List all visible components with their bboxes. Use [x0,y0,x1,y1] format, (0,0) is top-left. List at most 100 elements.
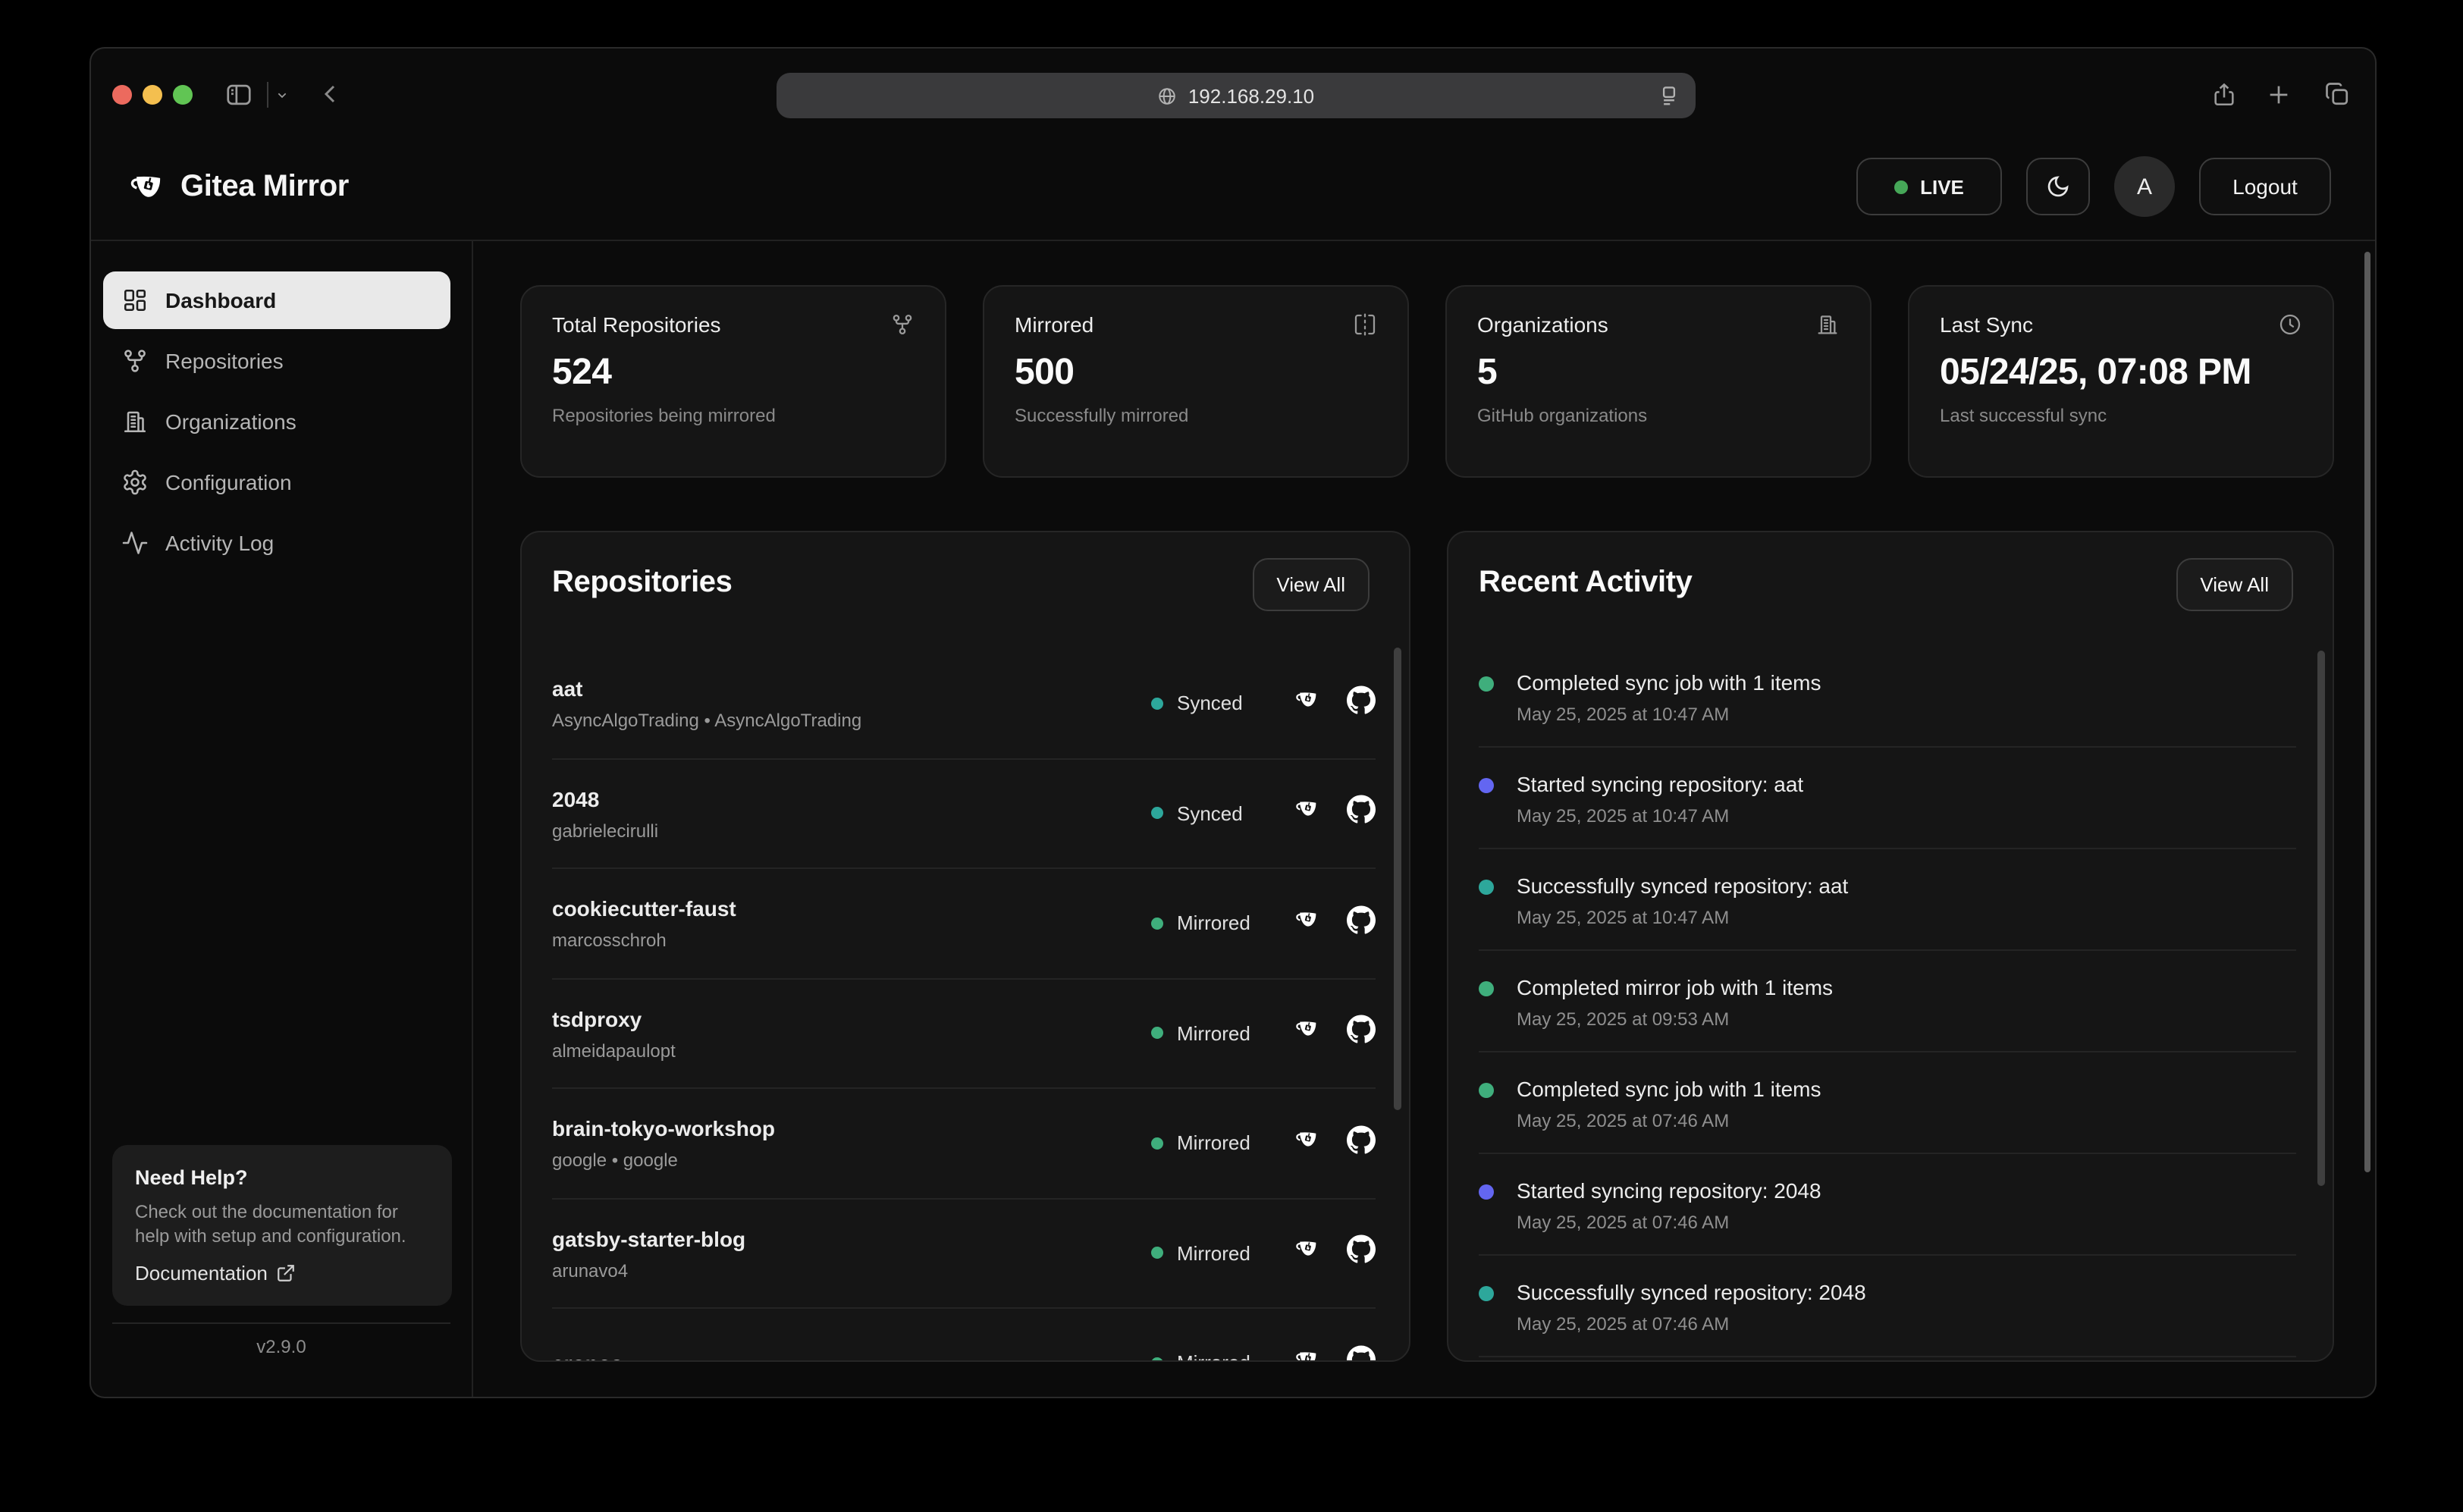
github-link[interactable] [1347,1015,1376,1052]
repo-name: tsdproxy [552,1004,676,1034]
repo-info: cronos [552,1348,623,1363]
documentation-label: Documentation [135,1262,268,1285]
page-settings-icon[interactable] [1658,83,1680,108]
activity-title: Started syncing repository: aat [1517,768,2296,798]
activity-scrollbar[interactable] [2317,651,2325,1186]
tab-overview-icon[interactable] [2323,80,2351,108]
sidebar-toggle-icon[interactable] [224,80,253,109]
activity-item[interactable]: Started syncing repository: aat May 25, … [1479,748,2296,849]
gitea-link[interactable] [1294,1237,1319,1270]
stat-card-organizations: Organizations 5 GitHub organizations [1445,285,1872,478]
repo-name: gatsby-starter-blog [552,1224,745,1254]
back-icon[interactable] [318,82,343,106]
view-all-label: View All [1276,573,1345,596]
activity-item[interactable]: Completed mirror job with 1 items May 25… [1479,951,2296,1052]
activity-dot-icon [1479,879,1494,894]
repositories-view-all-button[interactable]: View All [1252,558,1370,611]
repo-row-tsdproxy[interactable]: tsdproxy almeidapaulopt Mirrored [552,979,1376,1089]
sidebar-item-dashboard[interactable]: Dashboard [103,271,450,329]
sidebar-item-label: Organizations [165,409,297,434]
stat-value: 5 [1477,352,1840,394]
stat-card-total-repositories: Total Repositories 524 Repositories bein… [520,285,946,478]
minimize-button[interactable] [143,85,162,105]
status-dot-icon [1151,698,1163,710]
repo-actions: Mirrored [1151,1235,1376,1272]
activity-item[interactable]: Completed sync job with 1 items May 25, … [1479,646,2296,748]
github-link[interactable] [1347,685,1376,722]
sidebar-item-organizations[interactable]: Organizations [103,393,450,450]
documentation-link[interactable]: Documentation [135,1262,429,1285]
stat-sub: Last successful sync [1940,405,2302,426]
activity-icon [121,529,149,557]
gitea-link[interactable] [1294,1017,1319,1050]
status-dot-icon [1151,1247,1163,1259]
repositories-scrollbar[interactable] [1394,648,1401,1110]
live-label: LIVE [1920,175,1964,198]
stat-card-mirrored: Mirrored 500 Successfully mirrored [983,285,1409,478]
activity-dot-icon [1479,1082,1494,1097]
url-text: 192.168.29.10 [1188,84,1314,107]
activity-title: Completed sync job with 1 items [1517,667,2296,697]
repo-row-aat[interactable]: aat AsyncAlgoTrading • AsyncAlgoTrading … [552,649,1376,759]
status-dot-icon [1151,918,1163,930]
repo-status-label: Mirrored [1177,1022,1250,1045]
logout-button[interactable]: Logout [2199,158,2331,215]
repo-row-gatsby-starter-blog[interactable]: gatsby-starter-blog arunavo4 Mirrored [552,1199,1376,1309]
address-bar[interactable]: 192.168.29.10 [777,73,1696,118]
close-button[interactable] [112,85,132,105]
sidebar-item-repositories[interactable]: Repositories [103,332,450,390]
sidebar-item-label: Dashboard [165,288,276,312]
share-icon[interactable] [2211,80,2237,109]
repo-row-brain-tokyo-workshop[interactable]: brain-tokyo-workshop google • google Mir… [552,1089,1376,1199]
status-dot-icon [1151,1137,1163,1150]
page-scrollbar[interactable] [2364,252,2370,1172]
stat-card-last-sync: Last Sync 05/24/25, 07:08 PM Last succes… [1908,285,2334,478]
github-link[interactable] [1347,1125,1376,1162]
app-title: Gitea Mirror [180,170,349,205]
repo-owner: arunavo4 [552,1259,745,1283]
gitea-link[interactable] [1294,687,1319,720]
gitea-link[interactable] [1294,907,1319,940]
repo-row-cookiecutter-faust[interactable]: cookiecutter-faust marcosschroh Mirrored [552,869,1376,979]
repo-info: aat AsyncAlgoTrading • AsyncAlgoTrading [552,674,861,733]
activity-dot-icon [1479,1285,1494,1300]
repositories-panel: Repositories View All aat AsyncAlgoTradi… [520,531,1410,1362]
github-link[interactable] [1347,795,1376,832]
repo-row-2048[interactable]: 2048 gabrielecirulli Synced [552,759,1376,869]
theme-toggle-button[interactable] [2026,158,2090,215]
repositories-panel-title: Repositories [552,566,733,601]
repo-row-cronos[interactable]: cronos Mirrored [552,1309,1376,1362]
activity-item[interactable]: Completed sync job with 1 items May 25, … [1479,1052,2296,1154]
activity-view-all-button[interactable]: View All [2176,558,2293,611]
stat-label: Total Repositories [552,312,721,337]
repo-info: gatsby-starter-blog arunavo4 [552,1224,745,1283]
new-tab-icon[interactable] [2266,82,2292,108]
repo-status-badge: Mirrored [1151,912,1269,935]
activity-dot-icon [1479,676,1494,691]
activity-item[interactable]: Successfully synced repository: aat May … [1479,849,2296,951]
activity-time: May 25, 2025 at 09:53 AM [1517,1006,2296,1030]
live-status-badge[interactable]: LIVE [1856,158,2002,215]
globe-icon [1158,86,1178,105]
chevron-down-icon[interactable] [275,89,290,102]
sidebar-item-activity-log[interactable]: Activity Log [103,514,450,572]
github-link[interactable] [1347,905,1376,942]
activity-list: Completed sync job with 1 items May 25, … [1479,646,2296,1357]
brand: Gitea Mirror [126,168,349,206]
sidebar-item-configuration[interactable]: Configuration [103,453,450,511]
sidebar-nav: Dashboard Repositories Organizations Con… [103,271,450,575]
gitea-link[interactable] [1294,1347,1319,1363]
status-dot-icon [1151,1027,1163,1040]
logout-label: Logout [2232,174,2298,199]
activity-item[interactable]: Started syncing repository: 2048 May 25,… [1479,1154,2296,1256]
github-link[interactable] [1347,1235,1376,1272]
github-link[interactable] [1347,1345,1376,1363]
zoom-button[interactable] [173,85,193,105]
activity-title: Completed sync job with 1 items [1517,1073,2296,1103]
gitea-link[interactable] [1294,1127,1319,1160]
help-card: Need Help? Check out the documentation f… [112,1145,452,1306]
gitea-link[interactable] [1294,797,1319,830]
avatar[interactable]: A [2114,156,2175,217]
activity-item[interactable]: Successfully synced repository: 2048 May… [1479,1256,2296,1357]
view-all-label: View All [2200,573,2269,596]
